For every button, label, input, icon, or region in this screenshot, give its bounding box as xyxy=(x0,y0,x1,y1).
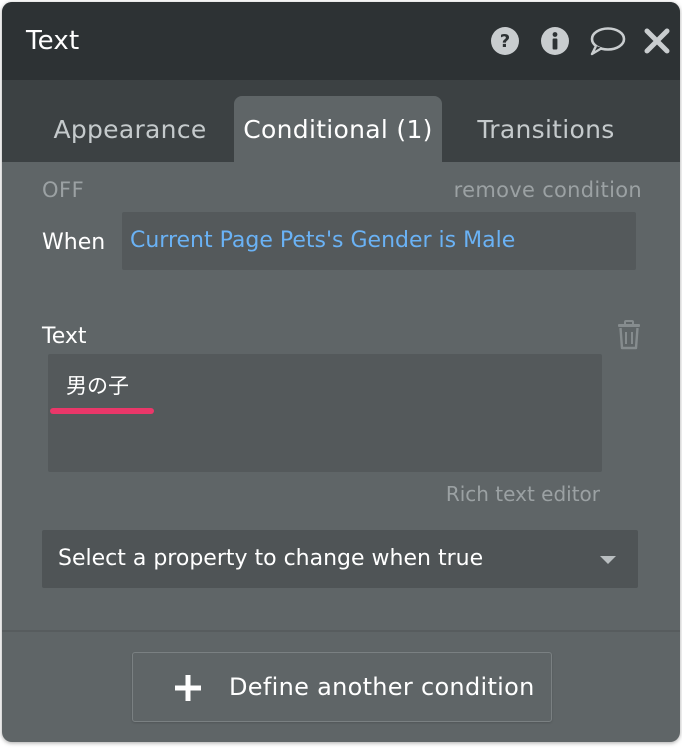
svg-text:?: ? xyxy=(500,31,510,52)
rich-text-editor-link[interactable]: Rich text editor xyxy=(446,482,600,506)
plus-icon xyxy=(173,673,203,703)
text-value-input[interactable]: 男の子 xyxy=(48,354,602,472)
info-icon[interactable] xyxy=(540,26,570,56)
remove-condition-link[interactable]: remove condition xyxy=(454,178,642,202)
panel-header: Text ? xyxy=(2,2,680,80)
condition-expression[interactable]: Current Page Pets's Gender is Male xyxy=(122,212,636,270)
condition-status[interactable]: OFF xyxy=(42,178,84,202)
tab-conditional[interactable]: Conditional (1) xyxy=(234,96,442,162)
help-icon[interactable]: ? xyxy=(490,26,520,56)
tab-transitions[interactable]: Transitions xyxy=(462,96,630,162)
close-icon[interactable] xyxy=(642,26,672,56)
trash-icon[interactable] xyxy=(616,320,642,350)
property-label: Text xyxy=(42,324,87,349)
when-label: When xyxy=(42,230,106,255)
spellcheck-underline xyxy=(50,408,154,414)
text-value: 男の子 xyxy=(66,374,129,398)
define-another-condition-button[interactable]: Define another condition xyxy=(132,652,552,722)
divider xyxy=(2,630,680,632)
tab-appearance[interactable]: Appearance xyxy=(42,96,218,162)
property-select[interactable]: Select a property to change when true xyxy=(42,530,638,588)
panel-title: Text xyxy=(26,26,80,56)
property-editor-panel: Text ? Appearance Conditional (1) Transi… xyxy=(2,2,680,742)
comment-icon[interactable] xyxy=(588,26,626,56)
define-button-label: Define another condition xyxy=(229,673,535,701)
tab-bar: Appearance Conditional (1) Transitions xyxy=(2,80,680,162)
property-select-value: Select a property to change when true xyxy=(58,546,484,571)
chevron-down-icon xyxy=(600,556,616,564)
